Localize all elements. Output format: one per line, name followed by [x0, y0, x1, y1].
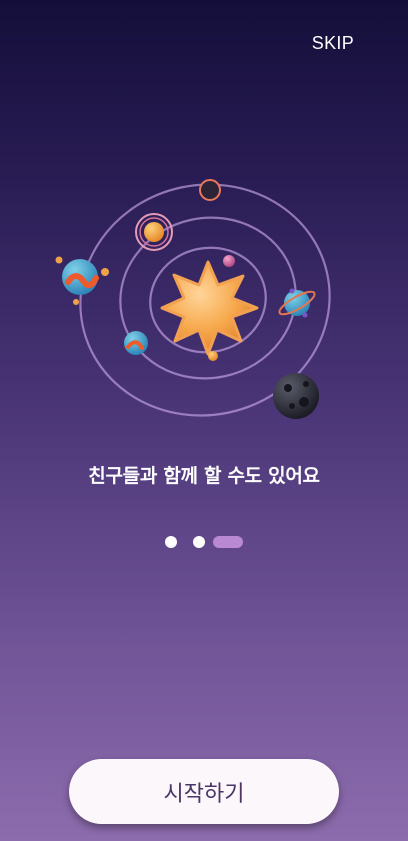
page-dot-1[interactable] [165, 536, 177, 548]
planet-small-dark-top [199, 179, 221, 201]
planet-tiny-orange [208, 351, 218, 361]
page-dot-3-active[interactable] [213, 536, 243, 548]
asteroid-dark [273, 373, 319, 419]
planet-blue-orange-small [124, 331, 148, 355]
page-indicator [0, 536, 408, 548]
onboarding-headline: 친구들과 함께 할 수도 있어요 [88, 465, 320, 487]
skip-button[interactable]: SKIP [312, 33, 354, 54]
planet-pink-small [223, 255, 235, 267]
solar-system-illustration [55, 179, 331, 419]
onboarding-screen: SKIP 친구들과 함께 할 수도 있어요 시작하기 [0, 0, 408, 841]
planet-blue-orange-large [55, 256, 109, 305]
planet-ringed-orange [135, 213, 173, 251]
planet-blue-ringed [278, 288, 316, 318]
page-dot-2[interactable] [193, 536, 205, 548]
start-button[interactable]: 시작하기 [69, 759, 339, 824]
